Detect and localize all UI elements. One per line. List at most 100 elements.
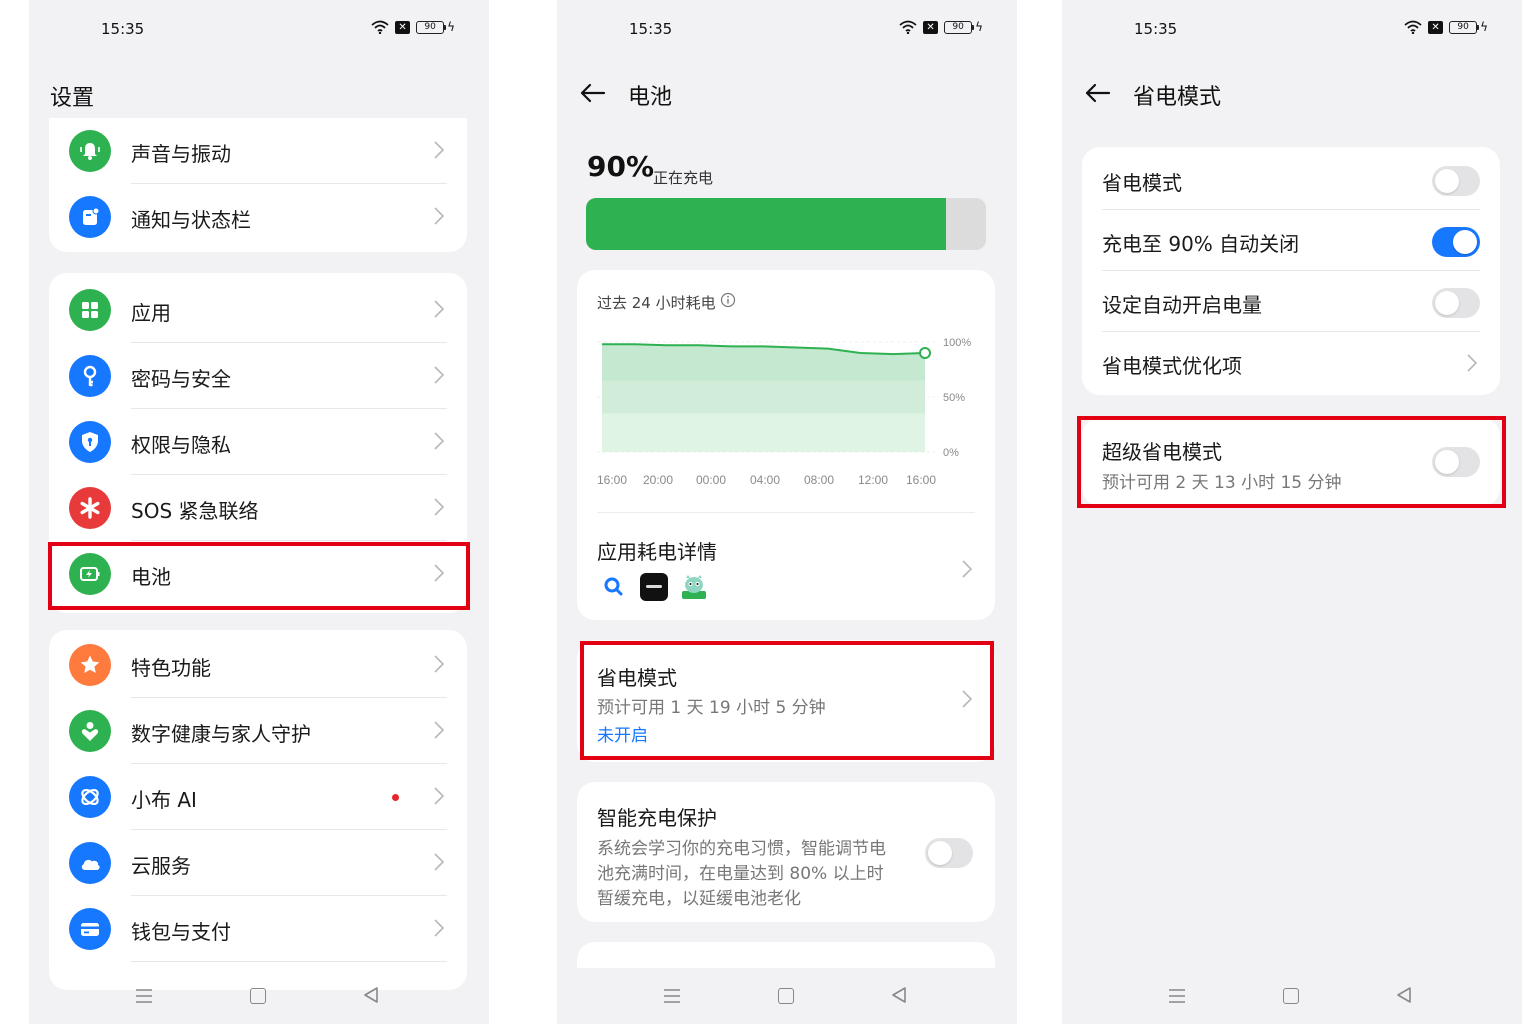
settings-item-label: 云服务 bbox=[131, 854, 191, 878]
home-icon[interactable] bbox=[778, 988, 794, 1004]
settings-group-1: 声音与振动 通知与状态栏 bbox=[49, 118, 467, 252]
app-usage-details[interactable]: 应用耗电详情 bbox=[577, 518, 995, 618]
settings-item-password-security[interactable]: 密码与安全 bbox=[49, 343, 467, 409]
health-icon bbox=[69, 710, 111, 752]
settings-item-label: 通知与状态栏 bbox=[131, 208, 251, 232]
settings-item-label: 钱包与支付 bbox=[131, 920, 231, 944]
chevron-right-icon bbox=[434, 853, 445, 871]
power-saving-screen: 15:35 ✕ 90 ϟ 省电模式 省电模式 充电至 90% 自动关闭 设定自动… bbox=[1062, 0, 1522, 1024]
battery-status-icon: 90 ϟ bbox=[944, 20, 983, 34]
chevron-right-icon bbox=[434, 919, 445, 937]
status-time: 15:35 bbox=[1134, 20, 1178, 38]
current-point bbox=[919, 347, 931, 359]
auto-enable-level-toggle[interactable] bbox=[1432, 288, 1480, 318]
optimization-items-row[interactable]: 省电模式优化项 bbox=[1082, 332, 1500, 393]
status-bar: 15:35 ✕ 90 ϟ bbox=[29, 0, 489, 58]
settings-item-wallet[interactable]: 钱包与支付 bbox=[49, 896, 467, 962]
super-power-saving-title: 超级省电模式 bbox=[1102, 440, 1222, 464]
chevron-right-icon bbox=[434, 498, 445, 516]
super-power-saving-toggle[interactable] bbox=[1432, 447, 1480, 477]
smart-charging-desc-line: 系统会学习你的充电习惯，智能调节电 bbox=[597, 839, 886, 859]
settings-item-sound[interactable]: 声音与振动 bbox=[49, 118, 467, 184]
settings-item-label: SOS 紧急联络 bbox=[131, 499, 259, 523]
cloud-icon bbox=[69, 842, 111, 884]
page-title: 电池 bbox=[628, 85, 673, 110]
chevron-right-icon bbox=[1467, 354, 1478, 372]
back-arrow-icon[interactable] bbox=[1084, 80, 1112, 106]
smart-charging-toggle[interactable] bbox=[925, 838, 973, 868]
page-title: 省电模式 bbox=[1133, 85, 1222, 110]
x-tick-label: 12:00 bbox=[858, 473, 888, 487]
settings-item-xiaobu-ai[interactable]: 小布 AI bbox=[49, 764, 467, 830]
wallet-icon bbox=[69, 908, 111, 950]
power-saving-settings-card: 省电模式 充电至 90% 自动关闭 设定自动开启电量 省电模式优化项 bbox=[1082, 147, 1500, 395]
settings-item-label: 应用 bbox=[131, 301, 171, 325]
battery-status-icon: 90 ϟ bbox=[416, 20, 455, 34]
shield-icon bbox=[69, 421, 111, 463]
settings-item-notifications[interactable]: 通知与状态栏 bbox=[49, 184, 467, 250]
x-tick-label: 20:00 bbox=[643, 473, 673, 487]
home-icon[interactable] bbox=[250, 988, 266, 1004]
settings-item-cloud[interactable]: 云服务 bbox=[49, 830, 467, 896]
status-time: 15:35 bbox=[629, 20, 673, 38]
settings-item-apps[interactable]: 应用 bbox=[49, 277, 467, 343]
status-bar: 15:35 ✕ 90 ϟ bbox=[1062, 0, 1522, 58]
x-tick-label: 00:00 bbox=[696, 473, 726, 487]
auto-off-at-90-toggle[interactable] bbox=[1432, 227, 1480, 257]
x-tick-label: 16:00 bbox=[906, 473, 936, 487]
chevron-right-icon bbox=[434, 655, 445, 673]
settings-item-battery[interactable]: 电池 bbox=[49, 541, 467, 607]
recent-apps-icon[interactable] bbox=[1168, 988, 1186, 1004]
power-saving-mode-toggle[interactable] bbox=[1432, 166, 1480, 196]
chevron-right-icon bbox=[434, 787, 445, 805]
settings-item-digital-wellbeing[interactable]: 数字健康与家人守护 bbox=[49, 698, 467, 764]
settings-item-features[interactable]: 特色功能 bbox=[49, 632, 467, 698]
coloros-app-icon bbox=[640, 573, 668, 601]
back-nav-icon[interactable] bbox=[1396, 986, 1412, 1004]
power-saving-status: 未开启 bbox=[597, 726, 648, 746]
usage-area-band bbox=[602, 380, 925, 414]
star-icon bbox=[69, 644, 111, 686]
setting-label: 省电模式优化项 bbox=[1102, 354, 1242, 378]
x-tick-label: 16:00 bbox=[597, 473, 627, 487]
no-sim-icon: ✕ bbox=[1428, 20, 1444, 34]
settings-item-label: 特色功能 bbox=[131, 656, 211, 680]
x-tick-label: 04:00 bbox=[750, 473, 780, 487]
status-icons: ✕ 90 ϟ bbox=[899, 20, 983, 34]
usage-area-band bbox=[602, 413, 925, 452]
chevron-right-icon bbox=[434, 141, 445, 159]
battery-level-text: 90 bbox=[1449, 20, 1478, 34]
smart-charging-title: 智能充电保护 bbox=[597, 806, 717, 830]
setting-label: 充电至 90% 自动关闭 bbox=[1102, 232, 1300, 256]
home-icon[interactable] bbox=[1283, 988, 1299, 1004]
settings-screen: 15:35 ✕ 90 ϟ 设置 声音与振动 通知与状态栏 应用 密码与安全 权限… bbox=[29, 0, 489, 1024]
notification-icon bbox=[69, 196, 111, 238]
charging-status: 正在充电 bbox=[653, 169, 714, 187]
settings-item-permissions-privacy[interactable]: 权限与隐私 bbox=[49, 409, 467, 475]
battery-level-text: 90 bbox=[416, 20, 445, 34]
x-tick-label: 08:00 bbox=[804, 473, 834, 487]
y-tick-label: 100% bbox=[943, 337, 971, 349]
no-sim-icon: ✕ bbox=[395, 20, 411, 34]
back-nav-icon[interactable] bbox=[363, 986, 379, 1004]
recent-apps-icon[interactable] bbox=[663, 988, 681, 1004]
setting-label: 设定自动开启电量 bbox=[1102, 293, 1262, 317]
wifi-icon bbox=[899, 20, 917, 34]
chevron-right-icon bbox=[962, 690, 973, 708]
back-nav-icon[interactable] bbox=[891, 986, 907, 1004]
settings-item-label: 权限与隐私 bbox=[131, 433, 231, 457]
recent-apps-icon[interactable] bbox=[135, 988, 153, 1004]
no-sim-icon: ✕ bbox=[923, 20, 939, 34]
settings-item-sos[interactable]: SOS 紧急联络 bbox=[49, 475, 467, 541]
wifi-icon bbox=[371, 20, 389, 34]
settings-item-label: 小布 AI bbox=[131, 788, 197, 812]
battery-percent: 90% bbox=[587, 150, 655, 183]
app-usage-title: 应用耗电详情 bbox=[597, 540, 717, 564]
power-saving-card[interactable]: 省电模式 预计可用 1 天 19 小时 5 分钟 未开启 bbox=[577, 640, 995, 762]
power-saving-title: 省电模式 bbox=[597, 666, 677, 690]
chevron-right-icon bbox=[434, 432, 445, 450]
battery-usage-chart: 100% 50% 0% 16:00 20:00 00:00 04:00 08:00 12:00 1… bbox=[597, 337, 971, 487]
back-arrow-icon[interactable] bbox=[579, 80, 607, 106]
settings-group-2: 应用 密码与安全 权限与隐私 SOS 紧急联络 电池 bbox=[49, 273, 467, 613]
bell-icon bbox=[69, 130, 111, 172]
